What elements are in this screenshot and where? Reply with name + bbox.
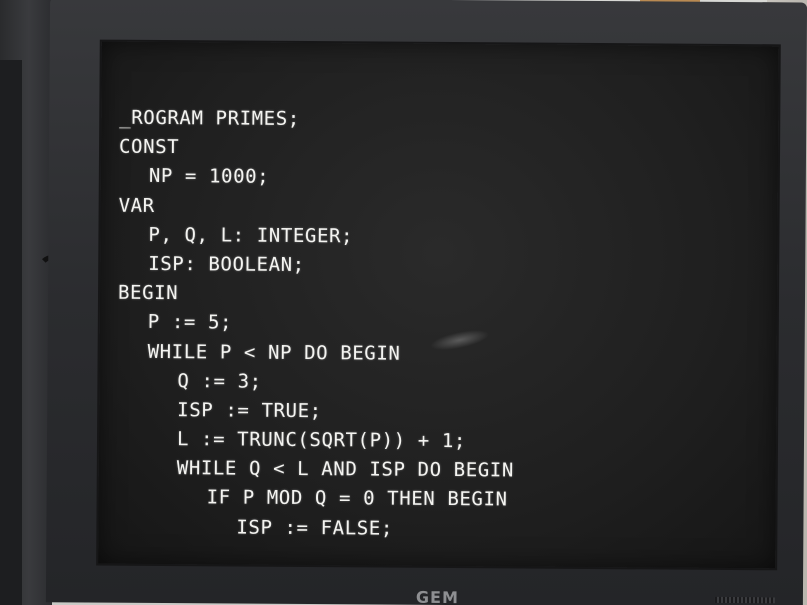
code-line: L := TRUNC(SQRT(P)) + 1;: [176, 428, 467, 453]
speaker-grille: [714, 596, 775, 604]
code-line: P, Q, L: INTEGER;: [148, 223, 354, 248]
monitor: _ROGRAM PRIMES; CONST NP = 1000; VAR P, Q, L…: [45, 0, 807, 605]
code-line: ISP: BOOLEAN;: [148, 252, 305, 276]
terminal-screen[interactable]: _ROGRAM PRIMES; CONST NP = 1000; VAR P, Q, L…: [96, 39, 781, 571]
code-line: IF P MOD Q = 0 THEN BEGIN: [206, 486, 508, 511]
code-line: Q := 3;: [177, 369, 262, 393]
code-listing: _ROGRAM PRIMES; CONST NP = 1000; VAR P, Q, L…: [116, 104, 516, 545]
adjacent-monitor-screen: [0, 60, 22, 605]
code-line: _ROGRAM PRIMES;: [119, 106, 300, 130]
code-line: VAR: [118, 194, 155, 217]
code-line: CONST: [118, 135, 180, 159]
code-line: NP = 1000;: [148, 165, 270, 189]
code-line: ISP := TRUE;: [177, 398, 322, 422]
code-line: WHILE Q < L AND ISP DO BEGIN: [176, 457, 514, 482]
code-line: BEGIN: [117, 281, 179, 305]
photo-scene: _ROGRAM PRIMES; CONST NP = 1000; VAR P, Q, L…: [0, 0, 807, 605]
monitor-brand-logo: GEM: [415, 587, 459, 605]
code-line: ISP := FALSE;: [236, 516, 393, 540]
